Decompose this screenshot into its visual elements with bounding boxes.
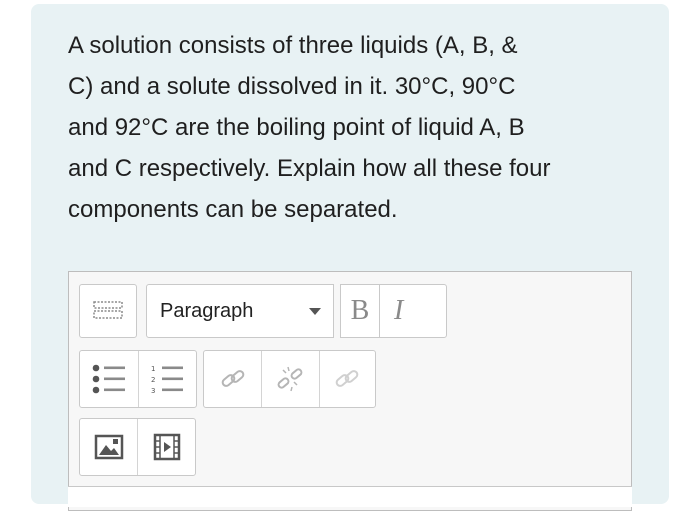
- list-button-group: 1 2 3: [79, 350, 197, 408]
- unlink-icon: [278, 366, 303, 392]
- question-text: A solution consists of three liquids (A,…: [68, 25, 658, 230]
- link-disabled-icon: [336, 370, 359, 387]
- show-more-buttons-icon: [93, 301, 123, 319]
- question-line: C) and a solute dissolved in it. 30°C, 9…: [68, 73, 516, 100]
- svg-text:3: 3: [151, 387, 155, 395]
- italic-button[interactable]: I: [379, 284, 447, 338]
- link-button[interactable]: [204, 351, 261, 407]
- rich-text-editor: Paragraph B I 1 2 3: [68, 271, 632, 511]
- svg-text:1: 1: [151, 365, 155, 373]
- image-icon: [94, 434, 123, 460]
- media-button-group: [79, 418, 196, 476]
- bullet-list-button[interactable]: [80, 351, 138, 407]
- chevron-down-icon: [309, 307, 321, 315]
- svg-text:2: 2: [151, 376, 155, 384]
- question-line: A solution consists of three liquids (A,…: [68, 32, 518, 59]
- link-button-group: [203, 350, 376, 408]
- question-line: and 92°C are the boiling point of liquid…: [68, 114, 525, 141]
- unordered-list-icon: [92, 364, 125, 394]
- paragraph-format-dropdown[interactable]: Paragraph: [146, 284, 334, 338]
- paragraph-format-label: Paragraph: [160, 299, 254, 322]
- italic-icon: I: [394, 295, 404, 326]
- toolbar-toggle-button[interactable]: [79, 284, 137, 338]
- insert-media-button[interactable]: [137, 419, 195, 475]
- insert-image-button[interactable]: [80, 419, 137, 475]
- numbered-list-button[interactable]: 1 2 3: [137, 351, 196, 407]
- bold-button[interactable]: B: [340, 284, 380, 338]
- editor-content-area[interactable]: [68, 486, 632, 507]
- link-icon: [221, 370, 244, 387]
- ordered-list-icon: 1 2 3: [151, 365, 184, 395]
- bold-icon: B: [350, 295, 370, 326]
- question-line: components can be separated.: [68, 196, 398, 223]
- link-disabled-button[interactable]: [318, 351, 375, 407]
- question-line: and C respectively. Explain how all thes…: [68, 155, 551, 182]
- unlink-button[interactable]: [261, 351, 318, 407]
- media-icon: [153, 433, 180, 461]
